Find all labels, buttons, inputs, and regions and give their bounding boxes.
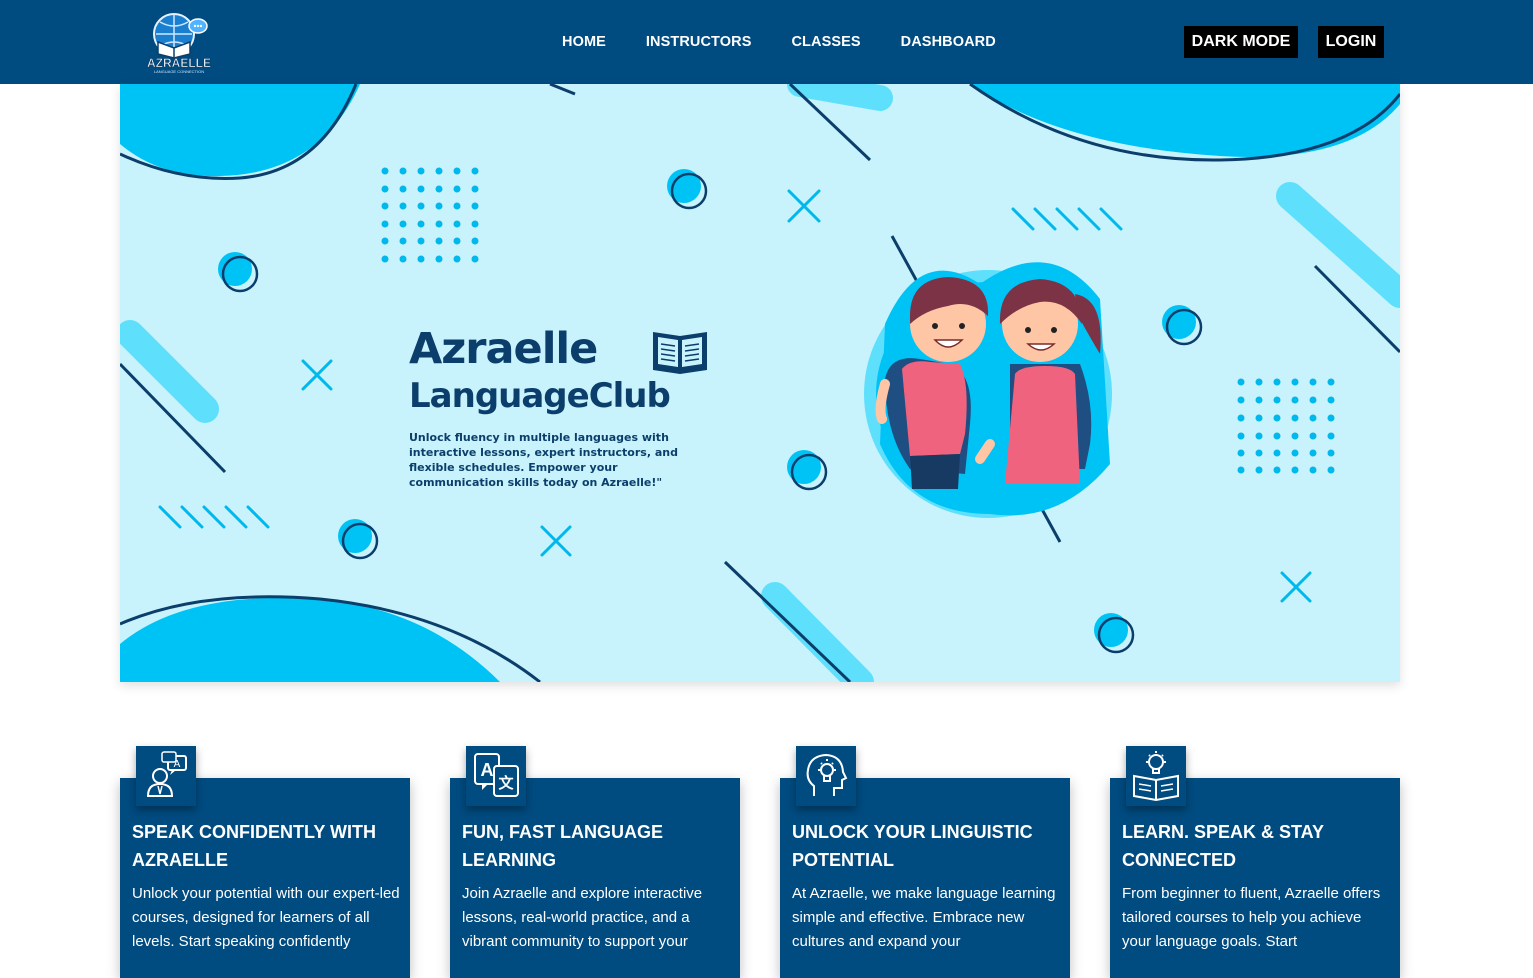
logo[interactable]: AZRAELLE LANGUAGE CONNECTION <box>140 8 218 74</box>
card-text: Unlock your potential with our expert-le… <box>132 885 400 950</box>
feature-card: A SPEAK CONFIDENTLY WITH AZRAELLE Unlock… <box>120 746 410 978</box>
card-text: Join Azraelle and explore interactive le… <box>462 885 703 950</box>
hero-tagline: Unlock fluency in multiple languages wit… <box>409 431 678 489</box>
speaking-person-icon: A <box>136 746 196 806</box>
feature-card: LEARN. SPEAK & STAY CONNECTED From begin… <box>1110 746 1400 978</box>
logo-subtext: LANGUAGE CONNECTION <box>154 69 204 74</box>
globe-book-logo-icon: AZRAELLE LANGUAGE CONNECTION <box>147 13 211 74</box>
nav-instructors[interactable]: INSTRUCTORS <box>646 34 752 50</box>
kids-illustration <box>864 262 1112 518</box>
navbar: AZRAELLE LANGUAGE CONNECTION HOME INSTRU… <box>0 0 1533 84</box>
card-title: UNLOCK YOUR LINGUISTIC POTENTIAL <box>792 822 1033 870</box>
login-button[interactable]: LOGIN <box>1318 26 1384 58</box>
hero-title: Azraelle <box>409 324 598 374</box>
feature-card: UNLOCK YOUR LINGUISTIC POTENTIAL At Azra… <box>780 746 1070 978</box>
dark-mode-button[interactable]: DARK MODE <box>1184 26 1298 58</box>
svg-text:文: 文 <box>498 774 514 792</box>
hero-subtitle: LanguageClub <box>409 376 671 416</box>
card-text: From beginner to fluent, Azraelle offers… <box>1122 885 1381 950</box>
logo-text: AZRAELLE <box>147 56 211 70</box>
card-text: At Azraelle, we make language learning s… <box>792 885 1056 950</box>
hero-illustration <box>120 84 1400 682</box>
card-title: SPEAK CONFIDENTLY WITH AZRAELLE <box>132 822 377 870</box>
card-title: LEARN. SPEAK & STAY CONNECTED <box>1122 822 1324 870</box>
nav-classes[interactable]: CLASSES <box>791 34 860 50</box>
nav-dashboard[interactable]: DASHBOARD <box>901 34 996 50</box>
open-book-icon <box>653 332 707 374</box>
nav-home[interactable]: HOME <box>562 34 606 50</box>
translate-icon: A 文 <box>466 746 526 806</box>
svg-text:A: A <box>481 760 494 780</box>
lightbulb-head-icon <box>796 746 856 806</box>
card-title: FUN, FAST LANGUAGE LEARNING <box>462 822 663 870</box>
feature-card: A 文 FUN, FAST LANGUAGE LEARNING Join Azr… <box>450 746 740 978</box>
hero-banner: Azraelle LanguageClub Unlock fluency in … <box>120 84 1400 682</box>
nav-links: HOME INSTRUCTORS CLASSES DASHBOARD <box>562 0 1036 84</box>
book-lightbulb-icon <box>1126 746 1186 806</box>
